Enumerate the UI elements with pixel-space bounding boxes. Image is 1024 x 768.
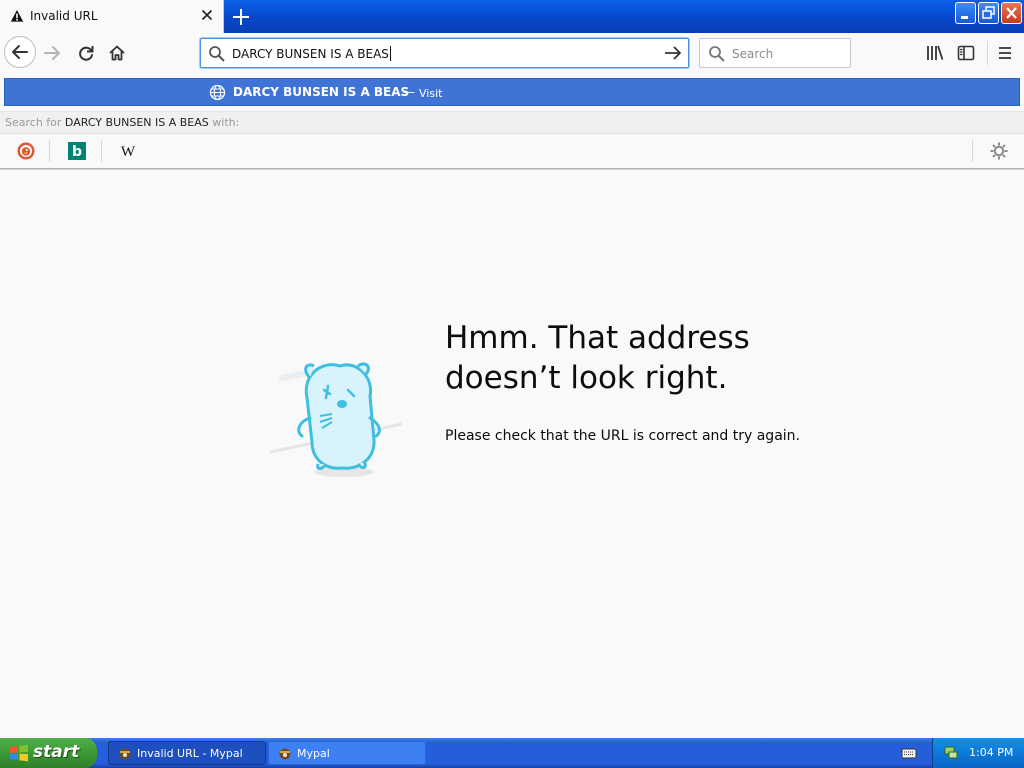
duckduckgo-icon[interactable] [16,141,36,161]
svg-text:W: W [121,144,136,160]
close-window-button[interactable] [1001,2,1022,24]
svg-text:b: b [72,144,82,160]
reload-button[interactable] [76,43,96,63]
clock: 1:04 PM [969,746,1014,759]
system-tray: 1:04 PM [932,738,1024,768]
hamburger-menu-icon[interactable] [997,44,1013,62]
tab-invalid-url[interactable]: Invalid URL [0,0,224,33]
windows-logo-icon [10,744,28,762]
suggestion-action: Visit [419,87,443,100]
mypal-app-icon [279,748,291,760]
wikipedia-icon[interactable]: W [118,141,138,161]
minimize-button[interactable] [955,2,976,24]
taskbar-button-mypal[interactable]: Mypal [268,741,426,765]
go-arrow-icon[interactable] [662,43,684,63]
suggestion-title: DARCY BUNSEN IS A BEAS [233,85,410,99]
back-button[interactable] [4,36,36,68]
error-title: Hmm. That address doesn’t look right. [445,320,750,396]
toolbar-divider [987,41,988,65]
start-label: start [33,742,80,762]
minimize-icon [961,16,968,19]
engine-divider [49,140,50,162]
arrow-left-icon [12,45,28,59]
warning-icon [10,10,24,22]
gear-icon[interactable] [989,141,1009,161]
confused-hamster-illustration [269,362,403,477]
search-icon [209,46,225,62]
taskbar-label: Invalid URL - Mypal [137,747,243,760]
restore-button[interactable] [978,2,999,24]
new-tab-icon[interactable] [230,6,252,28]
error-description: Please check that the URL is correct and… [445,428,800,444]
search-with-label: Search for DARCY BUNSEN IS A BEAS with: [5,116,240,129]
one-off-search-engines: b W [0,134,1024,168]
keyboard-icon[interactable] [901,746,917,760]
close-tab-icon[interactable] [198,6,216,24]
taskbar: start Invalid URL - Mypal Mypal 1:04 PM [0,738,1024,768]
suggestion-separator: — [403,85,415,99]
engine-divider [101,140,102,162]
restore-icon [982,6,995,19]
sidebar-icon[interactable] [957,44,975,62]
start-button[interactable]: start [0,738,97,768]
close-icon [1006,7,1017,19]
error-page: Hmm. That address doesn’t look right. Pl… [0,170,1024,738]
tab-strip: Invalid URL [0,0,1024,33]
address-input[interactable]: DARCY BUNSEN IS A BEAS [232,46,391,61]
tab-title: Invalid URL [30,9,98,23]
network-icon[interactable] [943,745,959,761]
globe-icon [209,84,226,101]
library-icon[interactable] [926,44,944,62]
engine-divider [972,140,973,162]
visit-suggestion-row[interactable]: DARCY BUNSEN IS A BEAS — Visit [4,78,1020,106]
bing-icon[interactable]: b [67,141,87,161]
taskbar-label: Mypal [297,747,330,760]
search-box[interactable]: Search [699,38,851,68]
url-dropdown-popup: DARCY BUNSEN IS A BEAS — Visit Search fo… [0,73,1024,169]
address-bar[interactable]: DARCY BUNSEN IS A BEAS [200,38,689,68]
forward-button[interactable] [42,43,62,63]
search-with-header: Search for DARCY BUNSEN IS A BEAS with: [0,111,1024,134]
search-placeholder: Search [732,47,774,61]
navigation-toolbar: DARCY BUNSEN IS A BEAS Search [0,33,1024,73]
mypal-app-icon [119,748,131,760]
search-icon [709,46,725,62]
text-caret [389,46,391,61]
home-button[interactable] [107,43,127,63]
taskbar-button-invalid-url[interactable]: Invalid URL - Mypal [108,741,266,765]
